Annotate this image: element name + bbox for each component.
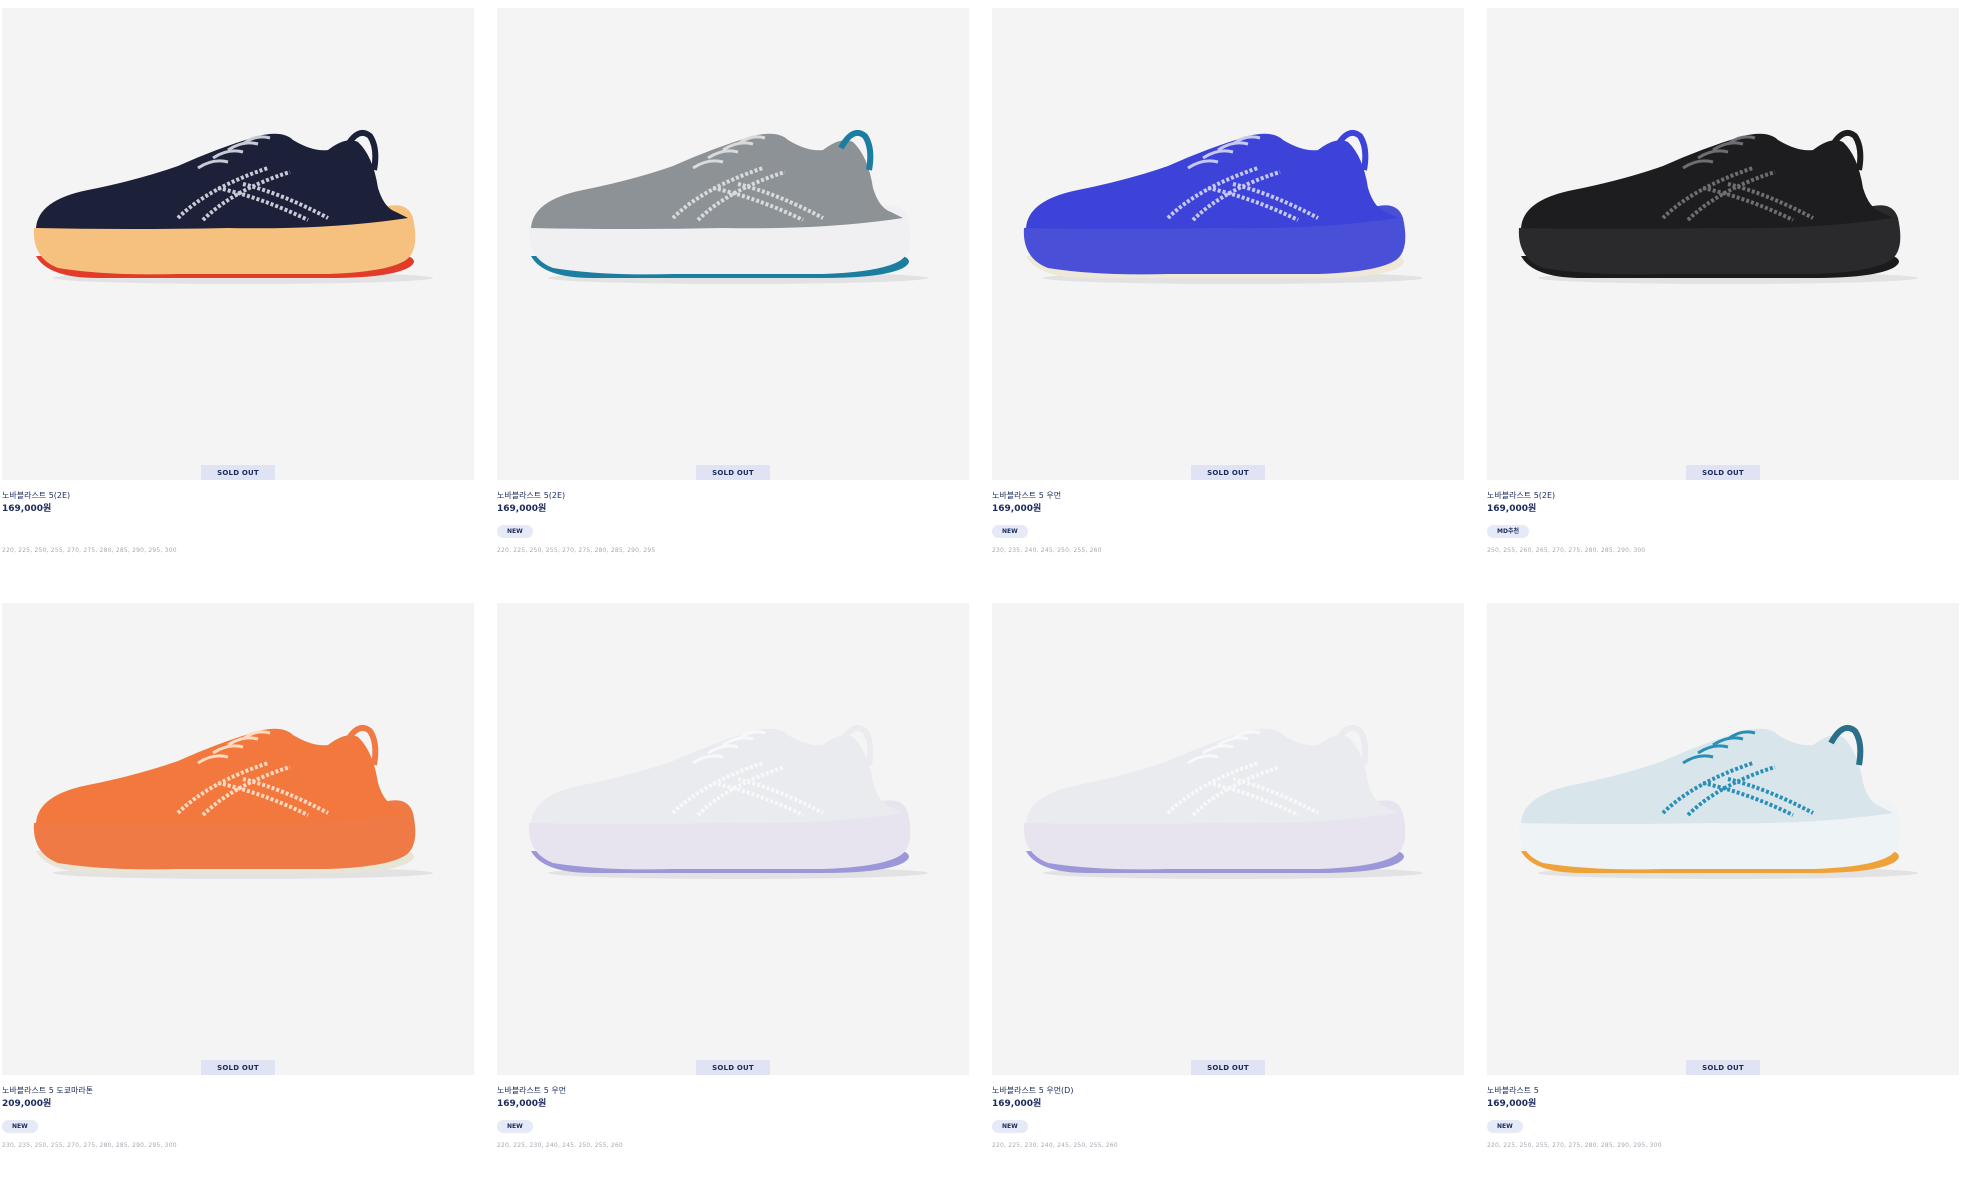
sold-out-badge: SOLD OUT [696,465,770,480]
size-list: 230, 235, 240, 245, 250, 255, 260 [992,547,1102,554]
product-card-5[interactable]: SOLD OUT 노바블라스트 5 도쿄마라톤 209,000원 NEW 230… [2,603,474,1198]
product-name[interactable]: 노바블라스트 5(2E) [497,490,969,501]
product-price: 169,000원 [992,504,1042,514]
product-image[interactable]: SOLD OUT [992,603,1464,1075]
product-tag-badge: NEW [497,525,533,538]
product-card-7[interactable]: SOLD OUT 노바블라스트 5 우먼(D) 169,000원 NEW 220… [992,603,1464,1198]
product-name[interactable]: 노바블라스트 5 도쿄마라톤 [2,1085,474,1096]
product-tag-badge: NEW [497,1120,533,1133]
size-list: 230, 235, 250, 255, 270, 275, 280, 285, … [2,1142,177,1149]
product-name[interactable]: 노바블라스트 5(2E) [1487,490,1959,501]
product-price: 169,000원 [1487,504,1537,514]
product-tag-badge: NEW [992,525,1028,538]
shoe-image [1518,725,1918,879]
size-list: 250, 255, 260, 265, 270, 275, 280, 285, … [1487,547,1646,554]
product-grid: SOLD OUT 노바블라스트 5(2E) 169,000원 220, 225,… [2,8,1959,1198]
product-card-2[interactable]: SOLD OUT 노바블라스트 5(2E) 169,000원 NEW 220, … [497,8,969,603]
sold-out-badge: SOLD OUT [696,1060,770,1075]
sold-out-badge: SOLD OUT [201,1060,275,1075]
product-name[interactable]: 노바블라스트 5 우먼 [992,490,1464,501]
product-image[interactable]: SOLD OUT [1487,603,1959,1075]
size-list: 220, 225, 250, 255, 270, 275, 280, 285, … [497,547,656,554]
product-price: 169,000원 [497,1099,547,1109]
product-tag-badge: NEW [1487,1120,1523,1133]
product-card-4[interactable]: SOLD OUT 노바블라스트 5(2E) 169,000원 MD추천 250,… [1487,8,1959,603]
product-card-8[interactable]: SOLD OUT 노바블라스트 5 169,000원 NEW 220, 225,… [1487,603,1959,1198]
sold-out-badge: SOLD OUT [1191,1060,1265,1075]
product-card-3[interactable]: SOLD OUT 노바블라스트 5 우먼 169,000원 NEW 230, 2… [992,8,1464,603]
product-tag-badge: MD추천 [1487,525,1529,538]
size-list: 220, 225, 230, 240, 245, 250, 255, 260 [992,1142,1118,1149]
product-name[interactable]: 노바블라스트 5 우먼 [497,1085,969,1096]
sold-out-badge: SOLD OUT [1191,465,1265,480]
product-image[interactable]: SOLD OUT [2,603,474,1075]
product-image[interactable]: SOLD OUT [1487,8,1959,480]
product-price: 169,000원 [1487,1099,1537,1109]
product-price: 169,000원 [2,504,52,514]
shoe-image [33,725,433,879]
product-name[interactable]: 노바블라스트 5 우먼(D) [992,1085,1464,1096]
product-price: 169,000원 [992,1099,1042,1109]
shoe-image [528,725,928,879]
size-list: 220, 225, 230, 240, 245, 250, 255, 260 [497,1142,623,1149]
product-image[interactable]: SOLD OUT [2,8,474,480]
product-card-6[interactable]: SOLD OUT 노바블라스트 5 우먼 169,000원 NEW 220, 2… [497,603,969,1198]
product-image[interactable]: SOLD OUT [992,8,1464,480]
shoe-image [528,130,928,284]
product-image[interactable]: SOLD OUT [497,8,969,480]
shoe-image [1023,130,1423,284]
product-price: 169,000원 [497,504,547,514]
size-list: 220, 225, 250, 255, 270, 275, 280, 285, … [1487,1142,1662,1149]
sold-out-badge: SOLD OUT [201,465,275,480]
shoe-image [33,130,433,284]
product-price: 209,000원 [2,1099,52,1109]
product-card-1[interactable]: SOLD OUT 노바블라스트 5(2E) 169,000원 220, 225,… [2,8,474,603]
product-name[interactable]: 노바블라스트 5(2E) [2,490,474,501]
shoe-image [1023,725,1423,879]
product-image[interactable]: SOLD OUT [497,603,969,1075]
product-name[interactable]: 노바블라스트 5 [1487,1085,1959,1096]
sold-out-badge: SOLD OUT [1686,1060,1760,1075]
size-list: 220, 225, 250, 255, 270, 275, 280, 285, … [2,547,177,554]
product-tag-badge: NEW [992,1120,1028,1133]
product-tag-badge: NEW [2,1120,38,1133]
sold-out-badge: SOLD OUT [1686,465,1760,480]
shoe-image [1518,130,1918,284]
